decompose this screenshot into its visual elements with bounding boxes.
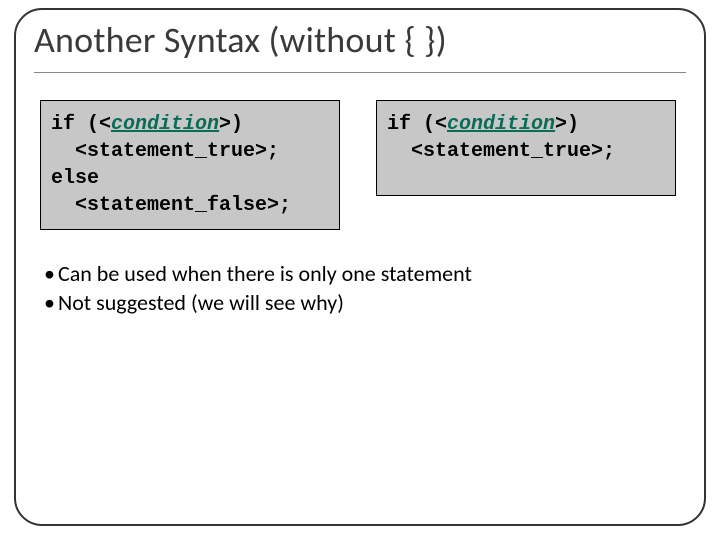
code-condition: condition: [111, 113, 219, 136]
slide-title: Another Syntax (without { }): [34, 18, 447, 62]
code-text: <statement_true>;: [387, 140, 615, 163]
bullet-dot: •: [44, 260, 58, 287]
bullet-item: •Not suggested (we will see why): [44, 289, 472, 316]
code-text: <statement_false>;: [51, 194, 291, 217]
bullet-text: Not suggested (we will see why): [58, 289, 344, 316]
bullet-text: Can be used when there is only one state…: [58, 260, 472, 287]
bullet-list: •Can be used when there is only one stat…: [44, 258, 472, 318]
bullet-item: •Can be used when there is only one stat…: [44, 260, 472, 287]
slide: Another Syntax (without { }) if (<condit…: [0, 0, 720, 540]
bullet-dot: •: [44, 289, 58, 316]
code-text: >): [555, 113, 579, 136]
code-box-if-only: if (<condition>) <statement_true>;: [376, 100, 676, 196]
code-text: >): [219, 113, 243, 136]
title-underline: [34, 72, 686, 73]
code-text: else: [51, 167, 99, 190]
code-text: if (<: [51, 113, 111, 136]
code-box-if-else: if (<condition>) <statement_true>; else …: [40, 100, 340, 230]
code-condition: condition: [447, 113, 555, 136]
code-text: if (<: [387, 113, 447, 136]
code-text: <statement_true>;: [51, 140, 279, 163]
